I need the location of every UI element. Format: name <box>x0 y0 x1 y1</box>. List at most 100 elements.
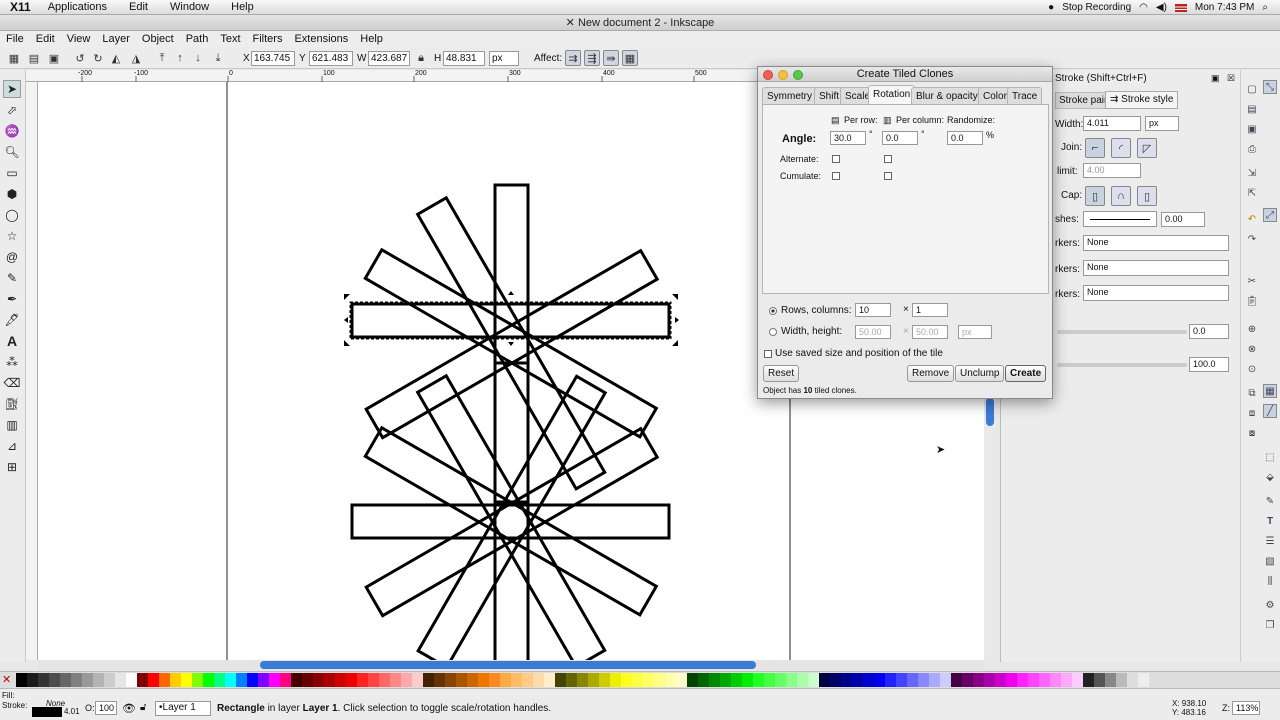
color-swatch[interactable] <box>676 673 687 687</box>
menu-object[interactable]: Object <box>136 33 180 45</box>
color-swatch[interactable] <box>335 673 346 687</box>
xml-editor-icon[interactable]: ▧ <box>1263 554 1277 568</box>
paste-icon[interactable]: 📋︎ <box>1245 294 1259 308</box>
mac-menu-edit[interactable]: Edit <box>118 1 159 13</box>
cut-icon[interactable]: ✂ <box>1245 274 1259 288</box>
zoom-drawing-icon[interactable]: ⊗ <box>1245 342 1259 356</box>
lower-icon[interactable]: ↓ <box>190 50 206 66</box>
color-swatch[interactable] <box>599 673 610 687</box>
color-swatch[interactable] <box>665 673 676 687</box>
undo-icon[interactable]: ↶ <box>1245 212 1259 226</box>
color-swatch[interactable] <box>313 673 324 687</box>
butt-cap-icon[interactable]: ▯ <box>1085 186 1105 206</box>
color-swatch[interactable] <box>1105 673 1116 687</box>
remove-button[interactable]: Remove <box>907 365 955 382</box>
calligraphy-tool-icon[interactable]: 🖋︎ <box>3 311 21 329</box>
tweak-tool-icon[interactable]: ♒ <box>3 122 21 140</box>
blur-slider[interactable] <box>1057 330 1187 334</box>
clock[interactable]: Mon 7:43 PM <box>1195 2 1254 13</box>
color-swatch[interactable] <box>731 673 742 687</box>
3dbox-tool-icon[interactable]: ⬢ <box>3 185 21 203</box>
color-swatch[interactable] <box>1017 673 1028 687</box>
no-paint-swatch-icon[interactable]: ✕ <box>2 674 14 686</box>
align-icon[interactable]: ⫼ <box>1263 574 1277 588</box>
panel-restore-icon[interactable]: ▣ <box>1211 73 1220 84</box>
color-swatch[interactable] <box>940 673 951 687</box>
width-height-radio[interactable] <box>769 328 777 336</box>
color-swatch[interactable] <box>126 673 137 687</box>
color-swatch[interactable] <box>49 673 60 687</box>
color-swatch[interactable] <box>1138 673 1149 687</box>
deselect-icon[interactable]: ▣ <box>46 50 62 66</box>
save-icon[interactable]: ▣ <box>1245 122 1259 136</box>
color-swatch[interactable] <box>192 673 203 687</box>
mac-menu-applications[interactable]: Applications <box>37 1 118 13</box>
opacity-field[interactable]: 100.0 <box>1189 357 1229 372</box>
color-swatch[interactable] <box>698 673 709 687</box>
color-swatch[interactable] <box>269 673 280 687</box>
menu-view[interactable]: View <box>61 33 97 45</box>
open-icon[interactable]: ▤ <box>1245 102 1259 116</box>
flip-horizontal-icon[interactable]: ◭ <box>108 50 124 66</box>
color-swatch[interactable] <box>280 673 291 687</box>
color-swatch[interactable] <box>797 673 808 687</box>
menu-extensions[interactable]: Extensions <box>288 33 354 45</box>
dialog-zoom-icon[interactable] <box>793 70 803 80</box>
color-swatch[interactable] <box>379 673 390 687</box>
lower-to-bottom-icon[interactable]: ⤓ <box>210 50 226 66</box>
export-icon[interactable]: ⇱ <box>1245 186 1259 200</box>
volume-icon[interactable]: ◀) <box>1156 2 1167 13</box>
spotlight-icon[interactable]: ⌕ <box>1262 2 1268 13</box>
color-swatch[interactable] <box>709 673 720 687</box>
tab-symmetry[interactable]: Symmetry <box>762 87 817 104</box>
color-swatch[interactable] <box>577 673 588 687</box>
preferences-icon[interactable]: ⚙ <box>1263 598 1277 612</box>
end-markers-select[interactable]: None <box>1083 285 1229 301</box>
cumulate-row-checkbox[interactable] <box>832 172 840 180</box>
color-swatch[interactable] <box>291 673 302 687</box>
use-saved-size-checkbox[interactable] <box>764 350 772 358</box>
rows-columns-radio[interactable] <box>769 307 777 315</box>
color-swatch[interactable] <box>181 673 192 687</box>
color-swatch[interactable] <box>973 673 984 687</box>
color-swatch[interactable] <box>643 673 654 687</box>
unclump-button[interactable]: Unclump <box>955 365 1005 382</box>
color-swatch[interactable] <box>621 673 632 687</box>
color-swatch[interactable] <box>170 673 181 687</box>
start-markers-select[interactable]: None <box>1083 235 1229 251</box>
color-swatch[interactable] <box>434 673 445 687</box>
color-swatch[interactable] <box>214 673 225 687</box>
color-swatch[interactable] <box>995 673 1006 687</box>
color-swatch[interactable] <box>71 673 82 687</box>
stroke-width-field[interactable]: 4.011 <box>1083 116 1141 131</box>
mid-markers-select[interactable]: None <box>1083 260 1229 276</box>
zoom-field[interactable]: 113% <box>1232 701 1260 715</box>
color-swatch[interactable] <box>368 673 379 687</box>
lock-ratio-icon[interactable]: 🔒︎ <box>413 50 429 66</box>
dialog-minimize-icon[interactable] <box>778 70 788 80</box>
color-swatch[interactable] <box>841 673 852 687</box>
menu-layer[interactable]: Layer <box>96 33 136 45</box>
layers-icon[interactable]: ☰ <box>1263 534 1277 548</box>
color-swatch[interactable] <box>511 673 522 687</box>
color-swatch[interactable] <box>445 673 456 687</box>
x-field[interactable]: 163.745 <box>251 51 295 66</box>
color-swatch[interactable] <box>1006 673 1017 687</box>
color-swatch[interactable] <box>1050 673 1061 687</box>
clone-icon[interactable]: ⧈ <box>1245 406 1259 420</box>
color-swatch[interactable] <box>467 673 478 687</box>
tab-trace[interactable]: Trace <box>1007 87 1043 104</box>
width-field[interactable]: 50.00 <box>855 325 891 339</box>
star-tool-icon[interactable]: ☆ <box>3 227 21 245</box>
ellipse-tool-icon[interactable]: ◯ <box>3 206 21 224</box>
text-tool-icon[interactable]: A <box>3 332 21 350</box>
menu-help[interactable]: Help <box>354 33 389 45</box>
color-swatch[interactable] <box>236 673 247 687</box>
color-swatch[interactable] <box>742 673 753 687</box>
color-swatch[interactable] <box>522 673 533 687</box>
color-swatch[interactable] <box>1039 673 1050 687</box>
color-swatch[interactable] <box>830 673 841 687</box>
color-swatch[interactable] <box>753 673 764 687</box>
color-swatch[interactable] <box>137 673 148 687</box>
fill-stroke-icon[interactable]: ✎ <box>1263 494 1277 508</box>
